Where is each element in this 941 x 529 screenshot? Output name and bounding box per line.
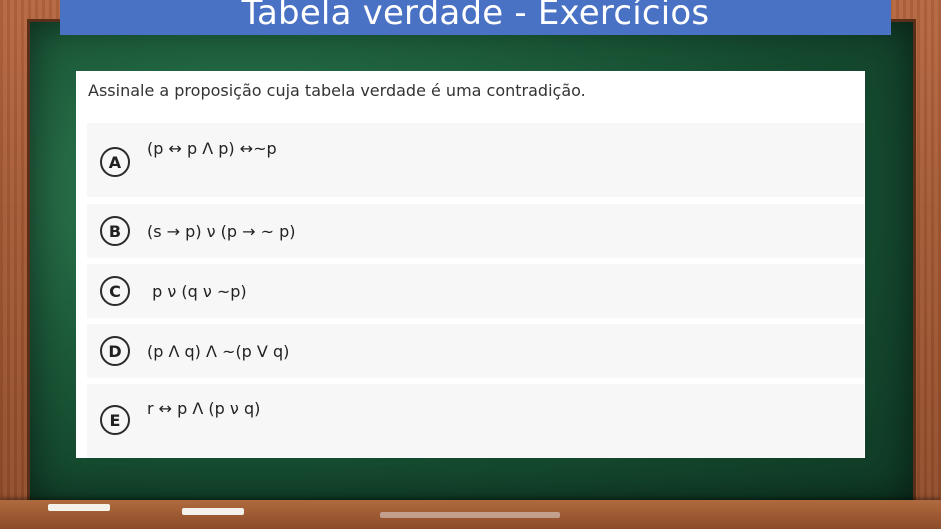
- option-e-badge[interactable]: E: [100, 405, 130, 435]
- option-a[interactable]: A (p ↔ p Λ p) ↔~p: [87, 123, 864, 197]
- option-e-text: r ↔ p Λ (p ν q): [147, 399, 261, 418]
- title-banner: Tabela verdade - Exercícios: [60, 0, 891, 35]
- option-a-badge[interactable]: A: [100, 147, 130, 177]
- option-c[interactable]: C p ν (q ν ~p): [87, 264, 864, 318]
- chalk-piece: [48, 504, 110, 511]
- option-b[interactable]: B (s → p) ν (p → ~ p): [87, 204, 864, 258]
- option-e[interactable]: E r ↔ p Λ (p ν q): [87, 384, 864, 458]
- option-c-text: p ν (q ν ~p): [147, 282, 247, 301]
- page-title: Tabela verdade - Exercícios: [241, 0, 710, 33]
- option-b-badge[interactable]: B: [100, 216, 130, 246]
- question-card: Assinale a proposição cuja tabela verdad…: [76, 71, 865, 458]
- chalk-piece: [182, 508, 244, 515]
- option-d-badge[interactable]: D: [100, 336, 130, 366]
- option-a-text: (p ↔ p Λ p) ↔~p: [147, 139, 277, 158]
- option-c-badge[interactable]: C: [100, 276, 130, 306]
- option-b-text: (s → p) ν (p → ~ p): [147, 222, 296, 241]
- option-d-text: (p Λ q) Λ ~(p V q): [147, 342, 290, 361]
- eraser-mark: [380, 512, 560, 518]
- option-d[interactable]: D (p Λ q) Λ ~(p V q): [87, 324, 864, 378]
- question-text: Assinale a proposição cuja tabela verdad…: [88, 81, 586, 100]
